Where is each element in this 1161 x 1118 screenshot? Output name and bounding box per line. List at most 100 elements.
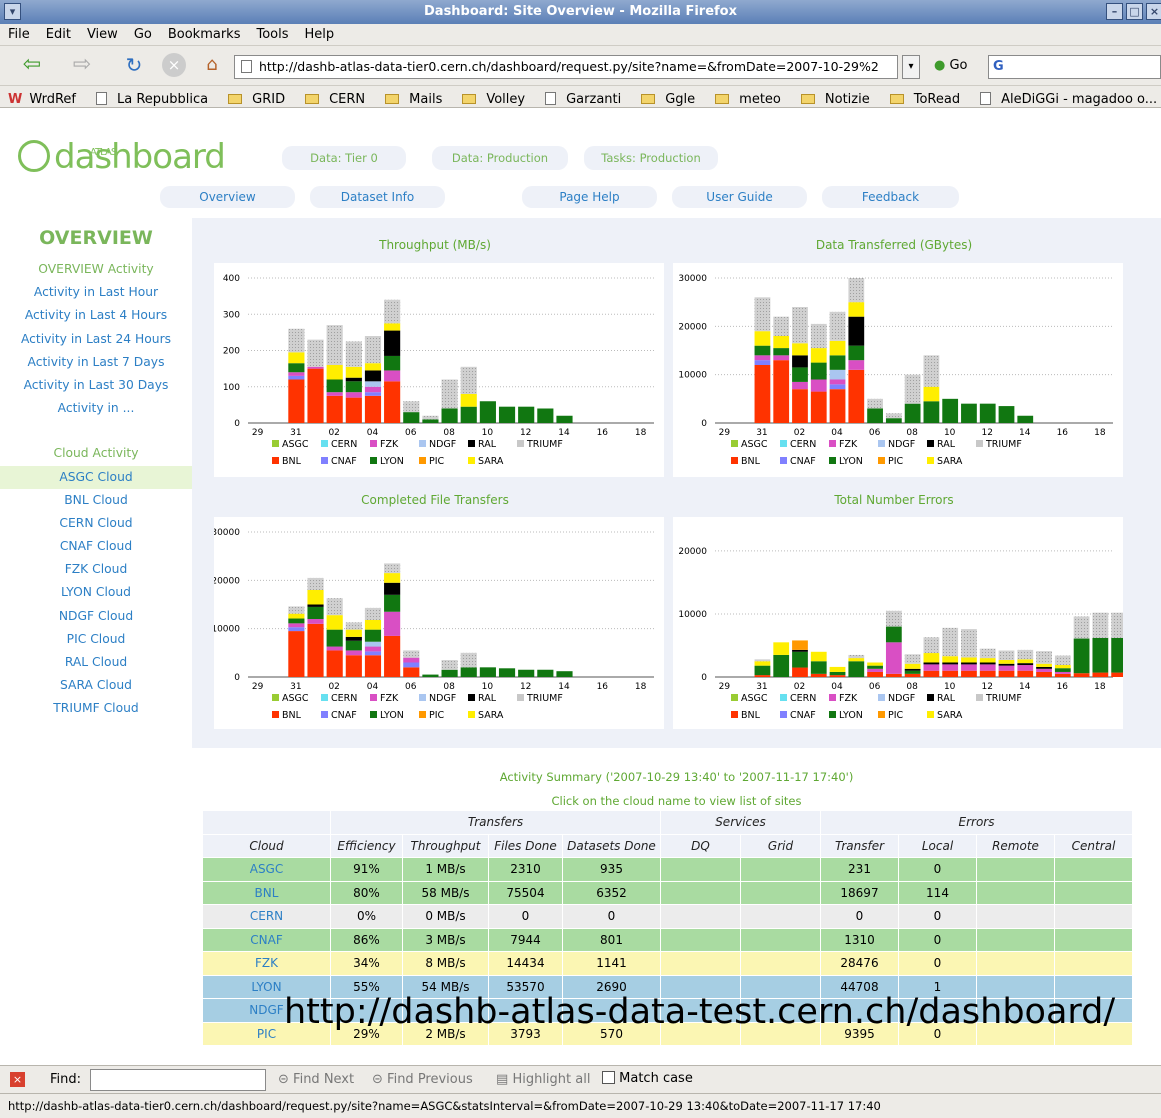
bookmark-11[interactable]: AleDiGGi - magadoo o... [976,89,1161,107]
nav-dataset-info[interactable]: Dataset Info [310,186,445,208]
table-cell [1054,927,1133,952]
table-cell: 14434 [488,951,563,976]
bar-segment-triumf [885,610,902,627]
bookmark-1[interactable]: La Repubblica [92,89,214,107]
bar-segment-lyon [754,345,771,356]
bookmark-4[interactable]: Mails [381,89,448,107]
legend-swatch-cnaf [780,457,787,464]
bar-segment-bnl [773,360,790,423]
home-icon[interactable]: ⌂ [200,53,224,77]
sidebar-item-cloud-ndgf[interactable]: NDGF Cloud [0,605,192,628]
bookmark-7[interactable]: Ggle [637,89,701,107]
search-input[interactable]: G [988,55,1161,79]
menu-bookmarks[interactable]: Bookmarks [160,24,249,42]
reload-icon[interactable]: ↻ [122,53,146,77]
go-button[interactable]: ● Go [934,58,968,73]
window-menu-icon[interactable]: ▾ [4,3,21,20]
bar-segment-sara [979,658,996,663]
bar-segment-lyon [518,669,535,677]
find-next-button[interactable]: ⊝ Find Next [278,1072,354,1087]
match-case-checkbox[interactable]: Match case [602,1071,693,1086]
sidebar-item-cloud-sara[interactable]: SARA Cloud [0,674,192,697]
menu-edit[interactable]: Edit [38,24,79,42]
url-input[interactable]: http://dashb-atlas-data-tier0.cern.ch/da… [234,55,898,79]
sidebar-item-cloud-fzk[interactable]: FZK Cloud [0,558,192,581]
nav-page-help[interactable]: Page Help [522,186,657,208]
close-find-icon[interactable]: × [10,1072,25,1087]
menu-go[interactable]: Go [126,24,160,42]
sidebar-item-activity-5[interactable]: Activity in ... [0,397,192,420]
nav-user-guide[interactable]: User Guide [672,186,807,208]
find-previous-button[interactable]: ⊝ Find Previous [372,1072,473,1087]
bar-segment-lyon [345,640,362,651]
bar-segment-sara [904,663,921,669]
back-icon[interactable]: ⇦ [20,53,44,77]
bar-segment-bnl [998,670,1015,677]
bar-segment-fzk [307,619,324,624]
bookmark-6[interactable]: Garzanti [541,89,627,107]
cloud-link[interactable]: CNAF [202,927,331,952]
cloud-link[interactable]: CERN [202,904,331,929]
menu-help[interactable]: Help [297,24,343,42]
maximize-icon[interactable]: □ [1126,3,1143,20]
chart-title-completed-files: Completed File Transfers [361,493,509,507]
bar-segment-bnl [885,673,902,677]
x-tick-label: 08 [443,682,455,692]
sidebar-item-cloud-asgc[interactable]: ASGC Cloud [0,465,192,489]
bar-segment-fzk [403,657,420,663]
y-tick-label: 100 [223,383,240,393]
tab-data-production[interactable]: Data: Production [432,146,568,170]
sidebar-item-cloud-pic[interactable]: PIC Cloud [0,628,192,651]
bar-segment-lyon [556,415,573,423]
cloud-link[interactable]: BNL [202,880,331,905]
sidebar-item-activity-4[interactable]: Activity in Last 30 Days [0,374,192,397]
nav-overview[interactable]: Overview [160,186,295,208]
sidebar-item-activity-0[interactable]: Activity in Last Hour [0,281,192,304]
bookmark-0[interactable]: W WrdRef [4,89,82,107]
sidebar-item-cloud-cnaf[interactable]: CNAF Cloud [0,535,192,558]
menu-tools[interactable]: Tools [248,24,296,42]
bar-segment-lyon [345,381,362,393]
sidebar-item-activity-3[interactable]: Activity in Last 7 Days [0,351,192,374]
sidebar-item-cloud-lyon[interactable]: LYON Cloud [0,581,192,604]
forward-icon[interactable]: ⇨ [70,53,94,77]
sidebar-item-activity-2[interactable]: Activity in Last 24 Hours [0,328,192,351]
legend-swatch-ral [468,694,475,701]
bookmark-9[interactable]: Notizie [797,89,876,107]
legend-swatch-pic [419,457,426,464]
tab-tasks-production[interactable]: Tasks: Production [584,146,718,170]
table-cell [740,951,821,976]
url-history-dropdown[interactable]: ▾ [902,55,920,79]
legend-label-ndgf: NDGF [888,439,915,450]
find-input[interactable] [90,1069,266,1091]
bar-segment-lyon [441,669,458,677]
bookmark-3[interactable]: CERN [301,89,371,107]
minimize-icon[interactable]: – [1106,3,1123,20]
x-tick-label: 14 [1019,682,1031,692]
overlay-url-text: http://dashb-atlas-data-test.cern.ch/das… [284,992,1116,1032]
cloud-link[interactable]: ASGC [202,857,331,882]
bookmark-5[interactable]: Volley [458,89,531,107]
bookmark-8[interactable]: meteo [711,89,787,107]
sidebar-item-cloud-cern[interactable]: CERN Cloud [0,512,192,535]
sidebar-item-cloud-triumf[interactable]: TRIUMF Cloud [0,697,192,720]
highlight-all-button[interactable]: ▤ Highlight all [496,1072,590,1087]
legend-swatch-pic [878,711,885,718]
page-icon [241,60,252,73]
legend-swatch-ral [927,694,934,701]
close-icon[interactable]: × [1146,3,1161,20]
stop-icon[interactable]: × [162,53,186,77]
menu-view[interactable]: View [79,24,126,42]
bookmark-10[interactable]: ToRead [886,89,966,107]
tab-data-tier0[interactable]: Data: Tier 0 [282,146,406,170]
sidebar-item-cloud-bnl[interactable]: BNL Cloud [0,489,192,512]
nav-feedback[interactable]: Feedback [822,186,959,208]
bar-segment-lyon [498,668,516,677]
bookmark-2[interactable]: GRID [224,89,291,107]
navigation-toolbar: ⇦ ⇨ ↻ × ⌂ http://dashb-atlas-data-tier0.… [0,46,1161,86]
menu-file[interactable]: File [0,24,38,42]
go-label: Go [949,58,968,73]
sidebar-item-activity-1[interactable]: Activity in Last 4 Hours [0,304,192,327]
cloud-link[interactable]: FZK [202,951,331,976]
sidebar-item-cloud-ral[interactable]: RAL Cloud [0,651,192,674]
